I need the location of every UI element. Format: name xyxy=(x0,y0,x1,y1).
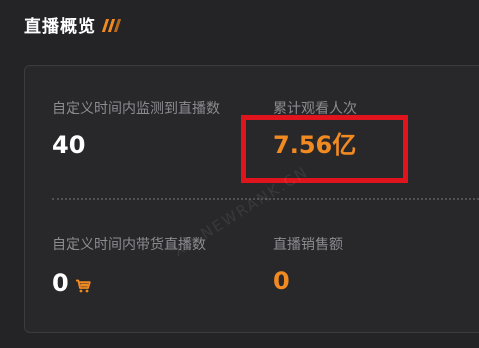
live-overview-page: 直播概览 自定义时间内监测到直播数 40 累计观看人次 7.56亿 自定义时间内… xyxy=(0,0,479,348)
stat-value-row: 0 xyxy=(52,266,206,300)
stat-value: 0 xyxy=(273,267,290,295)
stat-value: 0 xyxy=(52,269,69,297)
stat-label: 自定义时间内监测到直播数 xyxy=(52,101,220,117)
highlight-box xyxy=(241,115,408,183)
stat-label: 直播销售额 xyxy=(273,237,343,253)
stat-monitored-live: 自定义时间内监测到直播数 40 xyxy=(52,98,220,160)
stat-live-sales: 直播销售额 0 xyxy=(273,234,343,296)
section-title: 直播概览 xyxy=(24,17,96,37)
shopping-cart-icon[interactable] xyxy=(75,270,91,300)
title-decoration xyxy=(101,19,122,32)
section-header: 直播概览 xyxy=(24,12,122,37)
stat-value: 40 xyxy=(52,131,86,159)
